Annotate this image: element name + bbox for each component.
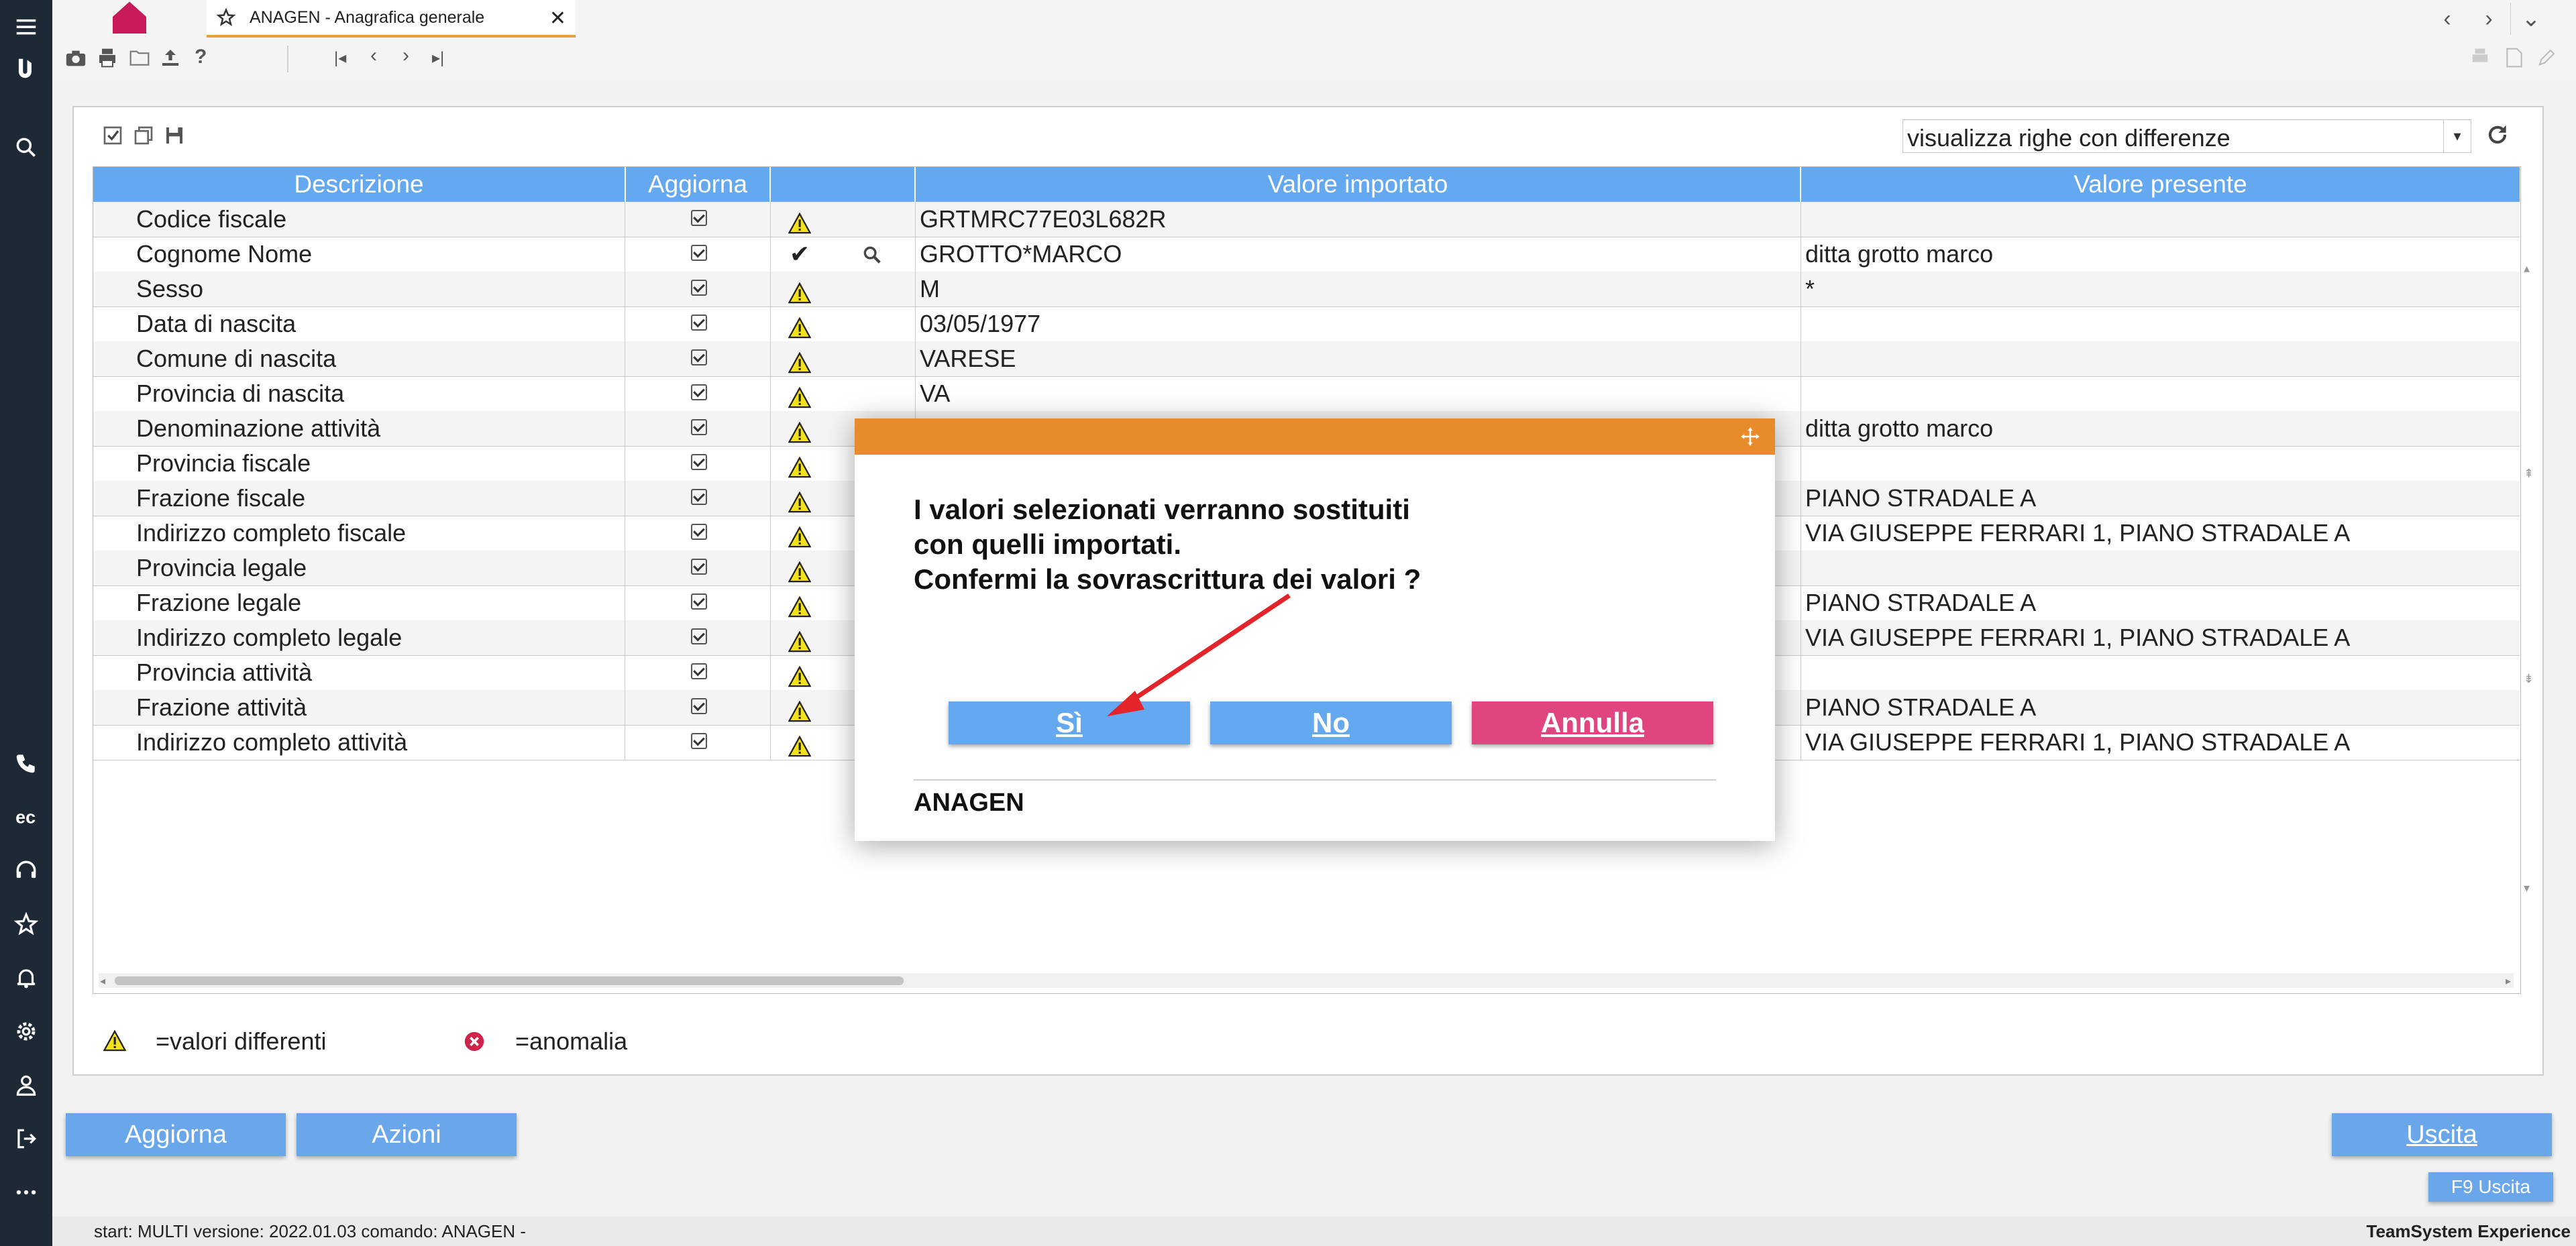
annotation-arrow [1107,593,1291,716]
